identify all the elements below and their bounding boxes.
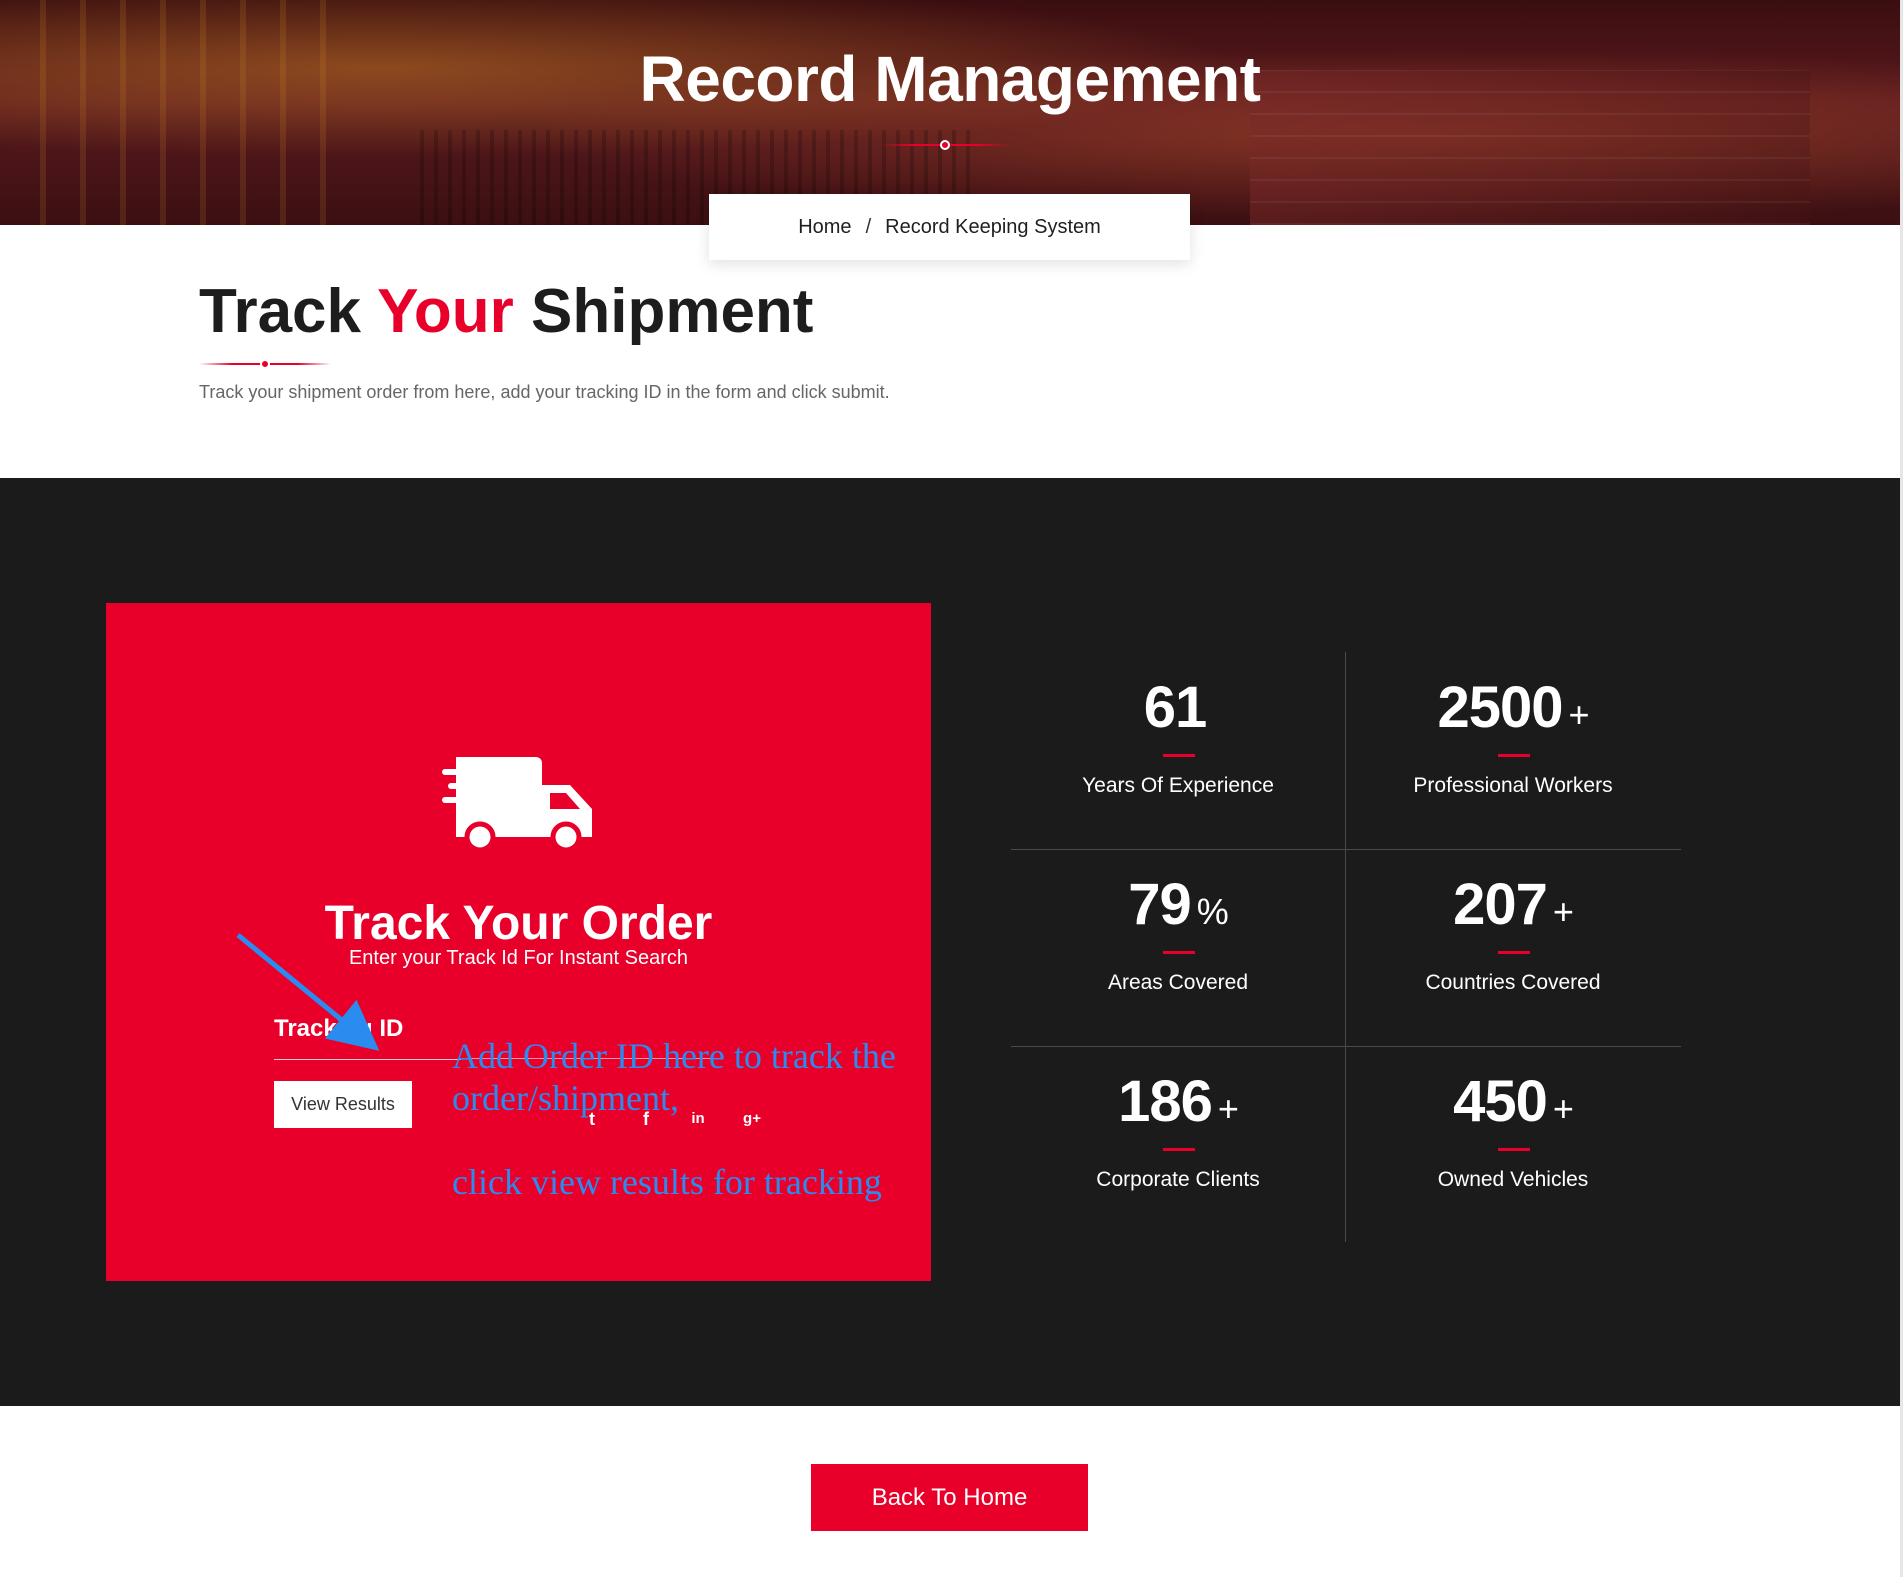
annotation-line-3: click view results for tracking	[452, 1162, 882, 1202]
card-subtitle: Enter your Track Id For Instant Search	[348, 947, 689, 969]
linkedin-icon[interactable]: in	[686, 1107, 710, 1131]
hero-banner: Record Management	[0, 0, 1900, 225]
stat-number: 207 +	[1453, 872, 1574, 937]
section-title-accent: Your	[377, 277, 514, 346]
stat-accent-bar	[1163, 754, 1195, 757]
stat-accent-bar	[1498, 951, 1530, 954]
stat-owned-vehicles: 450 + Owned Vehicles	[1346, 1046, 1680, 1243]
breadcrumb-separator: /	[865, 215, 872, 238]
google-plus-icon[interactable]: g+	[740, 1107, 764, 1131]
stat-countries-covered: 207 + Countries Covered	[1346, 849, 1680, 1046]
tracking-id-underline	[274, 1059, 461, 1060]
page-title: Record Management	[639, 43, 1261, 115]
truck-icon	[442, 757, 592, 851]
section-title-part2: Shipment	[513, 277, 814, 346]
section-description: Track your shipment order from here, add…	[199, 382, 890, 402]
breadcrumb: Home / Record Keeping System	[709, 194, 1190, 260]
track-order-card: Track Your Order Enter your Track Id For…	[106, 603, 931, 1281]
stat-number: 186 +	[1118, 1069, 1239, 1134]
view-results-button[interactable]: View Results	[274, 1081, 412, 1128]
section-title-part1: Track	[199, 277, 378, 346]
stat-accent-bar	[1163, 951, 1195, 954]
stat-number: 2500 +	[1437, 675, 1589, 740]
title-divider	[880, 140, 1010, 150]
section-divider	[199, 359, 331, 369]
tracking-section: Track Your Order Enter your Track Id For…	[0, 478, 1900, 1406]
stat-accent-bar	[1498, 754, 1530, 757]
stat-corporate-clients: 186 + Corporate Clients	[1011, 1046, 1345, 1243]
stat-label: Areas Covered	[1107, 971, 1249, 994]
breadcrumb-home-link[interactable]: Home	[798, 216, 851, 239]
stat-areas-covered: 79% Areas Covered	[1011, 849, 1345, 1046]
stat-years-experience: 61 Years Of Experience	[1011, 652, 1345, 849]
back-to-home-button[interactable]: Back To Home	[811, 1464, 1088, 1531]
stat-number: 79%	[1128, 872, 1229, 937]
stat-label: Years Of Experience	[1082, 774, 1274, 797]
stat-number: 61	[1143, 675, 1208, 740]
annotation-line-1: Add Order ID here to track the	[452, 1036, 896, 1076]
card-title: Track Your Order	[324, 897, 713, 950]
stat-accent-bar	[1498, 1148, 1530, 1151]
breadcrumb-current: Record Keeping System	[885, 215, 1101, 238]
stat-professional-workers: 2500 + Professional Workers	[1346, 652, 1680, 849]
stat-accent-bar	[1163, 1148, 1195, 1151]
stat-label: Owned Vehicles	[1437, 1168, 1589, 1191]
section-title: Track Your Shipment	[199, 276, 813, 347]
stat-number: 450 +	[1453, 1069, 1574, 1134]
stat-label: Countries Covered	[1425, 971, 1601, 994]
stats-grid: 61 Years Of Experience 2500 + Professiona…	[1011, 652, 1681, 1242]
annotation-line-2: order/shipment,	[452, 1078, 679, 1118]
stat-label: Corporate Clients	[1096, 1168, 1260, 1191]
tracking-id-label: Tracking ID	[274, 1015, 404, 1042]
stat-label: Professional Workers	[1413, 774, 1613, 797]
